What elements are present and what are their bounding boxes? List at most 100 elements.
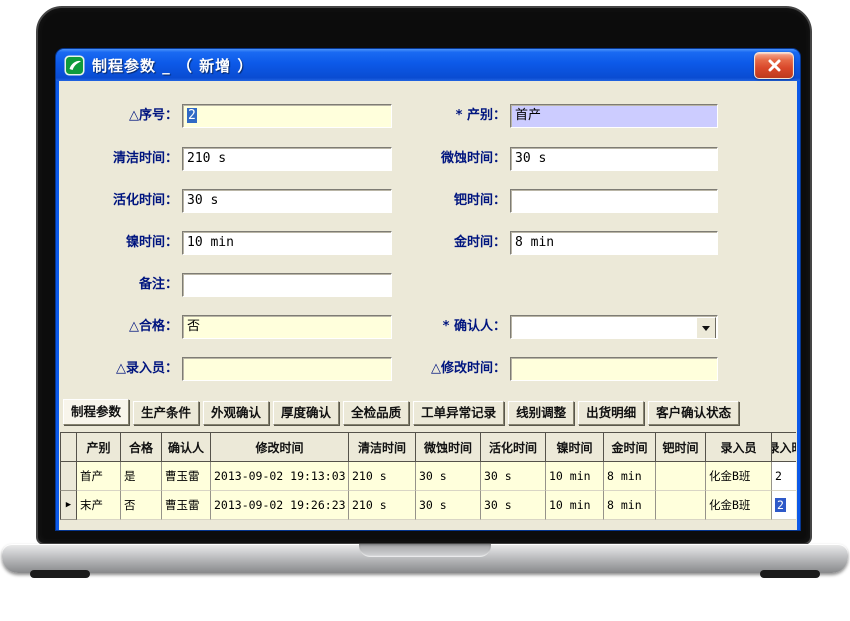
grid-cell[interactable]: 2013-09-02 19:13:03 bbox=[211, 462, 349, 491]
grid-header-cell[interactable]: 录入员 bbox=[706, 432, 772, 462]
grid-cell[interactable]: 曹玉雷 bbox=[162, 462, 211, 491]
grid-cell[interactable]: 30 s bbox=[481, 462, 546, 491]
grid-cell-value: 末产 bbox=[80, 497, 103, 513]
grid-cell[interactable]: 化金B班 bbox=[706, 462, 772, 491]
grid-cell-value: 8 min bbox=[607, 469, 642, 483]
field-huohua-shijian-input[interactable]: 30 s bbox=[182, 189, 392, 213]
field-nie-shijian-value: 10 min bbox=[187, 235, 234, 250]
grid-header-cell[interactable]: 录入时间 bbox=[772, 432, 796, 462]
field-xiugai-shijian-input[interactable] bbox=[510, 357, 718, 381]
field-chanbie-value: 首产 bbox=[515, 108, 541, 123]
field-beizhu-input[interactable] bbox=[182, 273, 392, 297]
grid-cell[interactable]: 30 s bbox=[416, 491, 481, 520]
field-luruyuan-input[interactable] bbox=[182, 357, 392, 381]
row-selector[interactable]: ▶ bbox=[60, 491, 77, 520]
app-window: 制程参数 _ （ 新增 ） △序号：2* 产别：首产清洁时间：210 s微蚀时间… bbox=[56, 49, 800, 530]
window-titlebar[interactable]: 制程参数 _ （ 新增 ） bbox=[56, 49, 800, 81]
tab-strip: 制程参数生产条件外观确认厚度确认全检品质工单异常记录线别调整出货明细客户确认状态 bbox=[63, 399, 743, 425]
field-xuhao-label: △序号： bbox=[59, 104, 178, 128]
field-chanbie-input[interactable]: 首产 bbox=[510, 104, 718, 128]
grid-cell-value: 否 bbox=[124, 497, 136, 513]
grid-header-cell[interactable]: 微蚀时间 bbox=[416, 432, 481, 462]
field-weishi-shijian-input[interactable]: 30 s bbox=[510, 147, 718, 171]
grid-cell[interactable]: 10 min bbox=[546, 491, 604, 520]
field-ba-shijian-label: 钯时间： bbox=[377, 189, 506, 213]
data-grid: 产别合格确认人修改时间清洁时间微蚀时间活化时间镍时间金时间钯时间录入员录入时间首… bbox=[60, 432, 796, 520]
field-hege-label: △合格： bbox=[59, 315, 178, 339]
grid-header-cell[interactable]: 镍时间 bbox=[546, 432, 604, 462]
tab-1[interactable]: 生产条件 bbox=[133, 401, 199, 425]
grid-header-row: 产别合格确认人修改时间清洁时间微蚀时间活化时间镍时间金时间钯时间录入员录入时间 bbox=[60, 432, 796, 462]
grid-cell[interactable]: 2 bbox=[772, 462, 796, 491]
grid-header-cell[interactable]: 修改时间 bbox=[211, 432, 349, 462]
row-selector[interactable] bbox=[60, 462, 77, 491]
tab-5[interactable]: 工单异常记录 bbox=[413, 401, 504, 425]
tab-7[interactable]: 出货明细 bbox=[578, 401, 644, 425]
field-beizhu-label: 备注： bbox=[59, 273, 178, 297]
grid-cell[interactable] bbox=[656, 462, 706, 491]
grid-cell-value: 10 min bbox=[549, 498, 591, 512]
grid-cell[interactable]: 10 min bbox=[546, 462, 604, 491]
grid-header-cell[interactable]: 合格 bbox=[121, 432, 162, 462]
grid-cell[interactable]: 否 bbox=[121, 491, 162, 520]
tab-4[interactable]: 全检品质 bbox=[343, 401, 409, 425]
field-qingjie-shijian-label: 清洁时间： bbox=[59, 147, 178, 171]
grid-cell[interactable]: 化金B班 bbox=[706, 491, 772, 520]
grid-cell[interactable]: 曹玉雷 bbox=[162, 491, 211, 520]
grid-cell-value: 210 s bbox=[352, 469, 387, 483]
grid-cell-value: 2013-09-02 19:13:03 bbox=[214, 469, 346, 483]
grid-cell-value: 化金B班 bbox=[709, 497, 750, 513]
grid-selector-header[interactable] bbox=[60, 432, 77, 462]
grid-header-cell[interactable]: 金时间 bbox=[604, 432, 656, 462]
grid-header-cell[interactable]: 活化时间 bbox=[481, 432, 546, 462]
field-qingjie-shijian-value: 210 s bbox=[187, 151, 226, 166]
field-qingjie-shijian-input[interactable]: 210 s bbox=[182, 147, 392, 171]
grid-cell-value: 2013-09-02 19:26:23 bbox=[214, 498, 346, 512]
grid-cell[interactable]: 210 s bbox=[349, 462, 416, 491]
grid-header-cell[interactable]: 清洁时间 bbox=[349, 432, 416, 462]
grid-cell-value: 30 s bbox=[419, 469, 447, 483]
tab-8[interactable]: 客户确认状态 bbox=[648, 401, 739, 425]
field-querenren-input[interactable] bbox=[510, 315, 718, 339]
field-xuhao-input[interactable]: 2 bbox=[182, 104, 392, 128]
field-ba-shijian-input[interactable] bbox=[510, 189, 718, 213]
grid-cell[interactable]: 8 min bbox=[604, 491, 656, 520]
field-weishi-shijian-value: 30 s bbox=[515, 151, 546, 166]
grid-cell[interactable]: 30 s bbox=[416, 462, 481, 491]
field-xuhao-value: 2 bbox=[187, 108, 197, 123]
field-nie-shijian-input[interactable]: 10 min bbox=[182, 231, 392, 255]
current-record-arrow-icon: ▶ bbox=[66, 501, 71, 510]
grid-header-cell[interactable]: 钯时间 bbox=[656, 432, 706, 462]
tab-0[interactable]: 制程参数 bbox=[63, 399, 129, 425]
grid-cell[interactable]: 末产 bbox=[77, 491, 121, 520]
grid-cell[interactable]: 8 min bbox=[604, 462, 656, 491]
field-querenren-dropdown-button[interactable] bbox=[696, 317, 716, 339]
app-icon[interactable] bbox=[64, 55, 85, 76]
tab-3[interactable]: 厚度确认 bbox=[273, 401, 339, 425]
laptop-screen: 制程参数 _ （ 新增 ） △序号：2* 产别：首产清洁时间：210 s微蚀时间… bbox=[36, 6, 812, 545]
grid-cell-value: 30 s bbox=[419, 498, 447, 512]
tab-6[interactable]: 线别调整 bbox=[508, 401, 574, 425]
grid-cell[interactable]: 首产 bbox=[77, 462, 121, 491]
grid-header-cell[interactable]: 确认人 bbox=[162, 432, 211, 462]
field-huohua-shijian-label: 活化时间： bbox=[59, 189, 178, 213]
grid-cell[interactable] bbox=[656, 491, 706, 520]
table-row: 首产是曹玉雷2013-09-02 19:13:03210 s30 s30 s10… bbox=[60, 462, 796, 491]
grid-cell[interactable]: 210 s bbox=[349, 491, 416, 520]
window-title: 制程参数 _ （ 新增 ） bbox=[92, 55, 253, 76]
grid-cell[interactable]: 2013-09-02 19:26:23 bbox=[211, 491, 349, 520]
field-hege-input[interactable]: 否 bbox=[182, 315, 392, 339]
field-jin-shijian-label: 金时间： bbox=[377, 231, 506, 255]
laptop-lid-notch bbox=[359, 544, 491, 557]
grid-cell-value: 10 min bbox=[549, 469, 591, 483]
grid-cell-value: 8 min bbox=[607, 498, 642, 512]
grid-cell[interactable]: 是 bbox=[121, 462, 162, 491]
close-icon bbox=[767, 59, 782, 72]
grid-cell[interactable]: 30 s bbox=[481, 491, 546, 520]
close-button[interactable] bbox=[754, 52, 794, 79]
grid-header-cell[interactable]: 产别 bbox=[77, 432, 121, 462]
grid-cell[interactable]: 2 bbox=[772, 491, 796, 520]
grid-cell-value: 首产 bbox=[80, 468, 103, 484]
field-jin-shijian-input[interactable]: 8 min bbox=[510, 231, 718, 255]
tab-2[interactable]: 外观确认 bbox=[203, 401, 269, 425]
